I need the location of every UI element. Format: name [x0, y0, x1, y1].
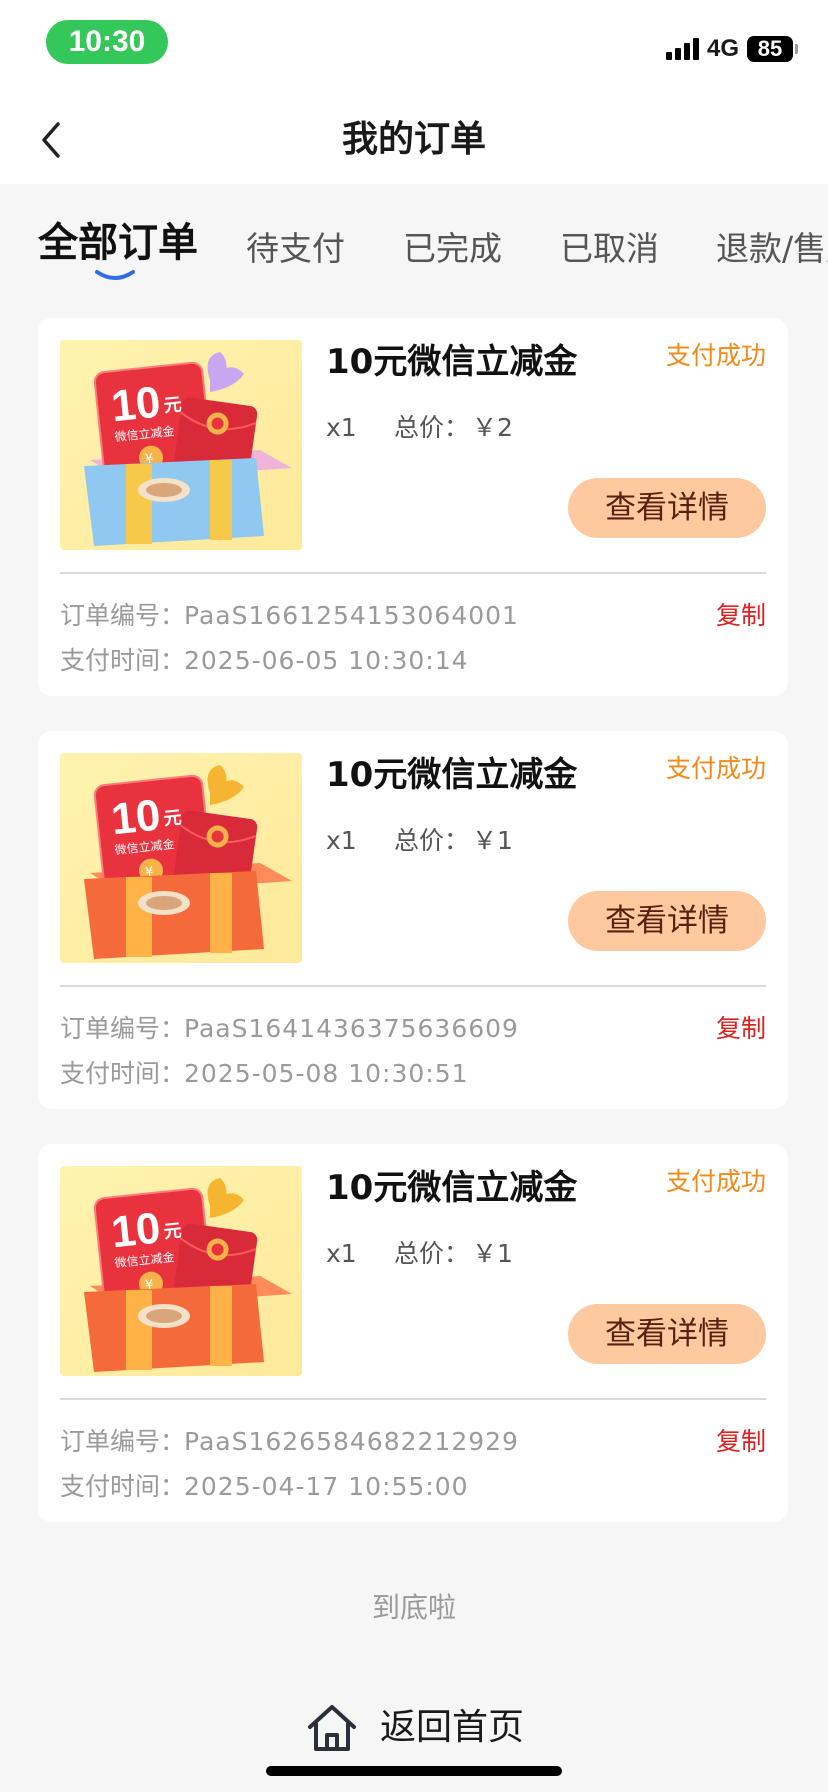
divider	[60, 572, 766, 574]
status-indicators: 4G 85	[665, 34, 798, 64]
order-tabs: 全部订单 待支付 已完成 已取消 退款/售后	[0, 210, 828, 290]
home-indicator	[266, 1766, 562, 1776]
payment-time-label: 支付时间：	[60, 1059, 186, 1088]
order-status: 支付成功	[665, 341, 766, 370]
total-price: ￥2	[472, 413, 513, 442]
product-title: 10元微信立减金	[326, 755, 578, 795]
battery-icon: 85	[747, 36, 798, 62]
copy-button[interactable]: 复制	[716, 598, 766, 634]
network-type: 4G	[706, 35, 739, 62]
product-title: 10元微信立减金	[326, 1168, 578, 1208]
home-icon	[308, 1705, 356, 1751]
divider	[60, 1398, 766, 1400]
copy-button[interactable]: 复制	[716, 1424, 766, 1460]
order-number: PaaS1661254153064001	[184, 601, 519, 630]
tab-active-indicator	[95, 270, 135, 280]
order-number-label: 订单编号：	[60, 1427, 186, 1456]
status-time: 10:30	[46, 20, 168, 64]
svg-text:元: 元	[163, 394, 183, 417]
quantity: x1	[326, 1239, 357, 1268]
price-label: 总价：	[394, 413, 470, 442]
payment-time: 2025-06-05 10:30:14	[184, 646, 469, 675]
tab-cancelled[interactable]: 已取消	[560, 224, 659, 274]
total-price: ￥1	[472, 1239, 513, 1268]
page-title: 我的订单	[341, 119, 486, 160]
total-price: ￥1	[472, 826, 513, 855]
top-bar: 10:30 4G 85 我的订单	[0, 0, 828, 184]
tab-completed[interactable]: 已完成	[403, 224, 502, 274]
order-card: 10 元 微信立减金 ¥ 10元微信立减金 支付成功 x1 总价： ￥1 查看详…	[38, 1144, 788, 1522]
payment-time: 2025-04-17 10:55:00	[184, 1472, 469, 1501]
end-of-list-text: 到底啦	[371, 1591, 456, 1624]
payment-time-label: 支付时间：	[60, 1472, 186, 1501]
svg-text:10: 10	[109, 1204, 163, 1258]
payment-time-label: 支付时间：	[60, 646, 186, 675]
quantity: x1	[326, 826, 357, 855]
return-home-button[interactable]: 返回首页	[304, 1698, 524, 1758]
battery-level: 85	[747, 36, 793, 62]
order-status: 支付成功	[665, 1167, 766, 1196]
product-image: 10 元 微信立减金 ¥	[60, 340, 302, 550]
product-title: 10元微信立减金	[326, 342, 578, 382]
order-status: 支付成功	[665, 754, 766, 783]
view-details-button[interactable]: 查看详情	[568, 891, 766, 951]
signal-icon	[665, 38, 699, 60]
price-label: 总价：	[394, 1239, 470, 1268]
order-number: PaaS1641436375636609	[184, 1014, 519, 1043]
svg-text:元: 元	[163, 1220, 183, 1243]
view-details-button[interactable]: 查看详情	[568, 1304, 766, 1364]
tab-refund[interactable]: 退款/售后	[716, 224, 828, 274]
order-card: 10 元 微信立减金 ¥ 10元微信立减金 支付成功 x1 总价： ￥1 查看详…	[38, 731, 788, 1109]
return-home-label: 返回首页	[380, 1707, 525, 1748]
divider	[60, 985, 766, 987]
tab-pending-payment[interactable]: 待支付	[246, 224, 345, 274]
view-details-button[interactable]: 查看详情	[568, 478, 766, 538]
payment-time: 2025-05-08 10:30:51	[184, 1059, 469, 1088]
svg-text:10: 10	[109, 378, 163, 432]
order-number-label: 订单编号：	[60, 1014, 186, 1043]
product-image: 10 元 微信立减金 ¥	[60, 753, 302, 963]
order-number: PaaS1626584682212929	[184, 1427, 519, 1456]
quantity: x1	[326, 413, 357, 442]
order-card: 10 元 微信立减金 ¥ 10元微信立减金 支付成功 x1 总价： ￥2 查看详…	[38, 318, 788, 696]
svg-text:元: 元	[163, 807, 183, 830]
copy-button[interactable]: 复制	[716, 1011, 766, 1047]
svg-text:10: 10	[109, 791, 163, 845]
price-label: 总价：	[394, 826, 470, 855]
tab-all-orders[interactable]: 全部订单	[38, 218, 198, 268]
product-image: 10 元 微信立减金 ¥	[60, 1166, 302, 1376]
order-number-label: 订单编号：	[60, 601, 186, 630]
